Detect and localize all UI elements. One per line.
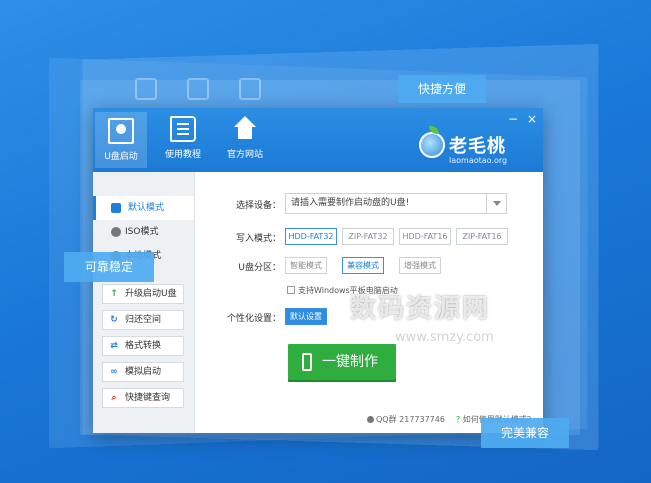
restore-icon: ↻	[110, 315, 118, 325]
callout-compatible: 完美兼容	[481, 418, 569, 448]
qq-text: QQ群 217737746	[376, 415, 445, 424]
book-icon	[170, 116, 196, 142]
button-label: 模拟启动	[125, 367, 162, 377]
button-label: 快捷键查询	[125, 393, 171, 403]
upgrade-icon: ↑	[110, 289, 118, 299]
button-label: 格式转换	[125, 341, 162, 351]
callout-reliable: 可靠稳定	[64, 252, 154, 282]
disc-icon	[111, 227, 121, 237]
write-mode-zip-fat32[interactable]: ZIP-FAT32	[342, 228, 394, 245]
minimize-button[interactable]: −	[505, 111, 521, 127]
mode-label: ISO模式	[125, 227, 159, 237]
close-button[interactable]: ×	[524, 111, 540, 127]
write-mode-hdd-fat16[interactable]: HDD-FAT16	[399, 228, 451, 245]
write-mode-label: 写入模式：	[235, 234, 281, 244]
link-icon: ∞	[110, 367, 118, 377]
callout-convenient: 快捷方便	[398, 75, 486, 103]
tab-official-site[interactable]: 官方网站	[219, 116, 271, 160]
button-label: 归还空间	[125, 315, 162, 325]
device-select[interactable]: 请插入需要制作启动盘的U盘!	[285, 193, 507, 214]
tab-label: 使用教程	[164, 150, 201, 160]
sidebar: 默认模式 ISO模式 本地模式 ↑ 升级启动U盘 ↻ 归还空间 ⇄ 格式转换 ∞…	[93, 172, 195, 433]
house-icon	[232, 116, 258, 142]
write-mode-hdd-fat32[interactable]: HDD-FAT32	[285, 228, 337, 245]
watermark-url: www.smzy.com	[395, 330, 494, 345]
partition-label: U盘分区：	[238, 263, 281, 273]
upgrade-usb-button[interactable]: ↑ 升级启动U盘	[102, 284, 184, 304]
search-icon: ⌕	[111, 393, 117, 403]
device-value: 请插入需要制作启动盘的U盘!	[291, 198, 410, 208]
tab-label: U盘启动	[104, 152, 138, 162]
help-icon: ?	[456, 415, 461, 424]
partition-enhanced[interactable]: 增强模式	[399, 257, 441, 274]
app-logo: 老毛桃 laomaotao.org	[419, 126, 529, 170]
partition-compatible[interactable]: 兼容模式	[342, 257, 384, 274]
app-window: U盘启动 使用教程 官方网站 − × 老毛桃 laomaotao.org 默认模…	[93, 108, 543, 433]
default-mode-icon	[111, 203, 121, 213]
personalize-label: 个性化设置：	[226, 314, 281, 324]
tab-usb-boot[interactable]: U盘启动	[95, 112, 147, 168]
sidebar-mode-iso[interactable]: ISO模式	[93, 220, 194, 244]
partition-smart[interactable]: 智能模式	[285, 257, 327, 274]
shortcut-query-button[interactable]: ⌕ 快捷键查询	[102, 388, 184, 408]
convert-icon: ⇄	[110, 341, 118, 351]
qq-group[interactable]: QQ群 217737746	[367, 414, 445, 425]
sidebar-mode-default[interactable]: 默认模式	[93, 196, 194, 220]
write-mode-zip-fat16[interactable]: ZIP-FAT16	[456, 228, 508, 245]
watermark: 数码资源网	[350, 294, 491, 324]
checkbox-box	[287, 286, 295, 294]
usb-boot-icon	[108, 118, 134, 144]
tab-label: 官方网站	[226, 150, 263, 160]
logo-name: 老毛桃	[449, 136, 506, 157]
device-label: 选择设备：	[235, 201, 281, 211]
toolbar: U盘启动 使用教程 官方网站 − × 老毛桃 laomaotao.org	[93, 108, 543, 172]
restore-space-button[interactable]: ↻ 归还空间	[102, 310, 184, 330]
tab-tutorial[interactable]: 使用教程	[157, 116, 209, 160]
usb-icon	[302, 353, 312, 371]
personalize-default[interactable]: 默认设置	[285, 308, 327, 325]
format-convert-button[interactable]: ⇄ 格式转换	[102, 336, 184, 356]
peach-logo-icon	[419, 126, 445, 158]
chevron-down-icon[interactable]	[486, 194, 506, 213]
qq-icon	[367, 416, 374, 423]
button-label: 升级启动U盘	[125, 289, 177, 299]
simulate-boot-button[interactable]: ∞ 模拟启动	[102, 362, 184, 382]
logo-url: laomaotao.org	[449, 156, 508, 165]
button-label: 一键制作	[322, 354, 378, 370]
one-click-make-button[interactable]: 一键制作	[288, 344, 396, 380]
mode-label: 默认模式	[128, 203, 165, 213]
